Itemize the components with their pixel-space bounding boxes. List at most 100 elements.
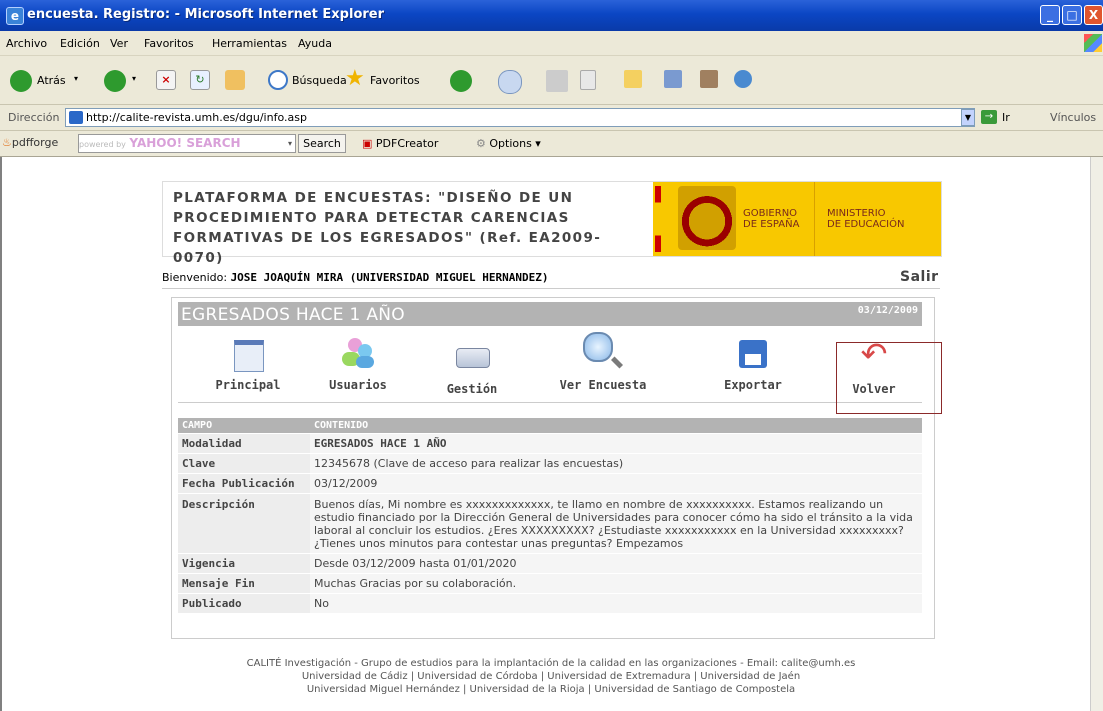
gobierno-line1: GOBIERNO <box>743 208 798 219</box>
menu-edicion[interactable]: Edición <box>60 37 100 50</box>
row-value: EGRESADOS HACE 1 AÑO <box>310 433 922 454</box>
floppy-icon <box>739 340 767 368</box>
nav-ver-encuesta[interactable]: Ver Encuesta <box>553 326 653 402</box>
yahoo-toolbar: ♨pdfforge powered by YAHOO! SEARCH ▾ Sea… <box>0 131 1103 157</box>
row-label: Descripción <box>178 493 310 554</box>
table-row: Publicado No <box>178 593 922 614</box>
pdf-icon: ▣ <box>362 137 376 150</box>
volver-highlight <box>836 342 942 414</box>
footer-line-3: Universidad Miguel Hernández | Universid… <box>306 684 796 695</box>
table-row: Vigencia Desde 03/12/2009 hasta 01/01/20… <box>178 553 922 574</box>
column-header-contenido: CONTENIDO <box>310 418 922 434</box>
table-row: Mensaje Fin Muchas Gracias por su colabo… <box>178 573 922 594</box>
address-url[interactable]: http://calite-revista.umh.es/dgu/info.as… <box>86 111 307 124</box>
back-label[interactable]: Atrás <box>37 74 66 87</box>
favorites-label[interactable]: Favoritos <box>370 74 420 87</box>
gobierno-line2: DE ESPAÑA <box>743 219 800 230</box>
column-header-campo: CAMPO <box>178 418 310 434</box>
row-label: Mensaje Fin <box>178 573 310 594</box>
pdfforge-label: pdfforge <box>11 136 59 149</box>
msn-icon[interactable] <box>734 70 752 88</box>
row-value: 12345678 (Clave de acceso para realizar … <box>310 453 922 474</box>
refresh-icon[interactable]: ↻ <box>190 70 210 90</box>
logo-divider <box>814 182 815 256</box>
address-dropdown-icon[interactable]: ▼ <box>961 109 975 126</box>
nav-icon-row: Principal Usuarios Gestión Ver Encuesta … <box>178 326 922 403</box>
menu-ver[interactable]: Ver <box>110 37 128 50</box>
home-icon[interactable] <box>225 70 245 90</box>
options-button[interactable]: ⚙ Options ▾ <box>476 137 541 150</box>
spain-flag-icon <box>655 186 661 252</box>
ministerio-label: MINISTERIO DE EDUCACIÓN <box>827 208 904 230</box>
menu-herramientas[interactable]: Herramientas <box>212 37 287 50</box>
row-label: Clave <box>178 453 310 474</box>
vertical-scrollbar[interactable] <box>1090 157 1103 711</box>
search-button[interactable]: Search <box>298 134 346 153</box>
nav-gestion-label: Gestión <box>446 382 498 396</box>
nav-exportar[interactable]: Exportar <box>703 326 803 402</box>
folder-icon[interactable] <box>624 70 642 88</box>
gobierno-label: GOBIERNO DE ESPAÑA <box>743 208 799 230</box>
address-label: Dirección <box>8 111 60 124</box>
magnifier-handle <box>610 356 624 369</box>
document-icon[interactable] <box>664 70 682 88</box>
maximize-button[interactable]: □ <box>1062 5 1082 25</box>
page-footer: CALITÉ Investigación - Grupo de estudios… <box>162 657 940 696</box>
search-label[interactable]: Búsqueda <box>292 74 347 87</box>
row-value: No <box>310 593 922 614</box>
forward-arrow-icon[interactable] <box>104 70 126 92</box>
print-icon[interactable] <box>546 70 568 92</box>
card-title: EGRESADOS HACE 1 AÑO <box>181 305 405 325</box>
stop-icon[interactable]: × <box>156 70 176 90</box>
back-arrow-icon[interactable] <box>10 70 32 92</box>
ie-icon: e <box>6 7 24 25</box>
nav-principal[interactable]: Principal <box>198 326 298 402</box>
title-bar: e encuesta. Registro: - Microsoft Intern… <box>0 0 1103 31</box>
row-value: Muchas Gracias por su colaboración. <box>310 573 922 594</box>
drive-icon <box>456 348 490 368</box>
ministerio-line2: DE EDUCACIÓN <box>827 219 905 230</box>
menu-favoritos[interactable]: Favoritos <box>144 37 194 50</box>
menu-archivo[interactable]: Archivo <box>6 37 47 50</box>
menu-bar: Archivo Edición Ver Favoritos Herramient… <box>0 31 1103 56</box>
go-arrow-icon[interactable]: → <box>981 110 997 124</box>
close-button[interactable]: X <box>1084 5 1103 25</box>
row-value: Desde 03/12/2009 hasta 01/01/2020 <box>310 553 922 574</box>
back-dropdown-icon[interactable]: ▾ <box>74 74 78 83</box>
table-row: Clave 12345678 (Clave de acceso para rea… <box>178 453 922 474</box>
book-icon[interactable] <box>700 70 718 88</box>
search-icon[interactable] <box>268 70 288 90</box>
document-icon <box>234 340 264 372</box>
magnifier-icon <box>583 332 613 362</box>
logout-link[interactable]: Salir <box>900 269 939 285</box>
table-row: Descripción Buenos días, Mi nombre es xx… <box>178 493 922 554</box>
footer-line-2: Universidad de Cádiz | Universidad de Có… <box>301 671 801 682</box>
history-icon[interactable] <box>450 70 472 92</box>
row-value: 03/12/2009 <box>310 473 922 494</box>
row-label: Modalidad <box>178 433 310 454</box>
nav-usuarios[interactable]: Usuarios <box>308 326 408 402</box>
divider <box>162 288 940 289</box>
nav-gestion[interactable]: Gestión <box>422 326 522 402</box>
pdfcreator-button[interactable]: ▣ PDFCreator <box>362 137 438 150</box>
yahoo-search-input[interactable]: powered by YAHOO! SEARCH ▾ <box>78 134 296 153</box>
links-button[interactable]: Vínculos <box>1050 111 1096 124</box>
user-name: JOSE JOAQUÍN MIRA (UNIVERSIDAD MIGUEL HE… <box>230 271 549 284</box>
forward-dropdown-icon[interactable]: ▾ <box>132 74 136 83</box>
pdfforge-logo[interactable]: ♨pdfforge <box>2 136 58 149</box>
table-header-row: CAMPO CONTENIDO <box>178 418 922 434</box>
menu-ayuda[interactable]: Ayuda <box>298 37 332 50</box>
minimize-button[interactable]: _ <box>1040 5 1060 25</box>
chevron-down-icon[interactable]: ▾ <box>288 135 295 152</box>
welcome-text: Bienvenido: JOSE JOAQUÍN MIRA (UNIVERSID… <box>162 271 548 284</box>
mail-icon[interactable] <box>498 70 522 94</box>
star-icon[interactable]: ★ <box>345 66 365 91</box>
options-label: Options <box>489 137 532 150</box>
page-icon[interactable] <box>580 70 596 90</box>
go-button[interactable]: Ir <box>1002 111 1010 124</box>
nav-principal-label: Principal <box>215 378 281 392</box>
address-bar: Dirección http://calite-revista.umh.es/d… <box>0 105 1103 131</box>
row-label: Publicado <box>178 593 310 614</box>
address-input[interactable]: http://calite-revista.umh.es/dgu/info.as… <box>65 108 975 127</box>
nav-ver-label: Ver Encuesta <box>559 378 647 392</box>
